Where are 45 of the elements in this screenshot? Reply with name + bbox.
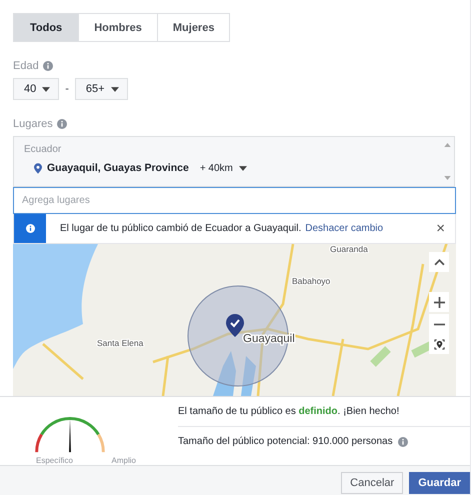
- zoom-in-button[interactable]: [429, 292, 449, 312]
- map-town-label: Babahoyo: [292, 276, 330, 286]
- notice-text: El lugar de tu público cambió de Ecuador a Guayaquil.: [60, 223, 302, 234]
- plus-icon: [434, 296, 444, 308]
- caret-icon: [110, 86, 119, 92]
- info-icon[interactable]: [398, 436, 408, 446]
- gauge-label: Específico: [36, 456, 73, 465]
- collapse-map-button[interactable]: [429, 252, 449, 272]
- save-button[interactable]: Guardar: [409, 472, 470, 494]
- caret-icon: [42, 86, 50, 92]
- map-city-label: Guayaquil: [243, 333, 295, 345]
- add-locations-field[interactable]: Agrega lugares: [13, 187, 456, 214]
- gauge-label: Amplio: [112, 456, 136, 465]
- locate-button[interactable]: [429, 334, 449, 354]
- country-text: Ecuador: [24, 144, 62, 155]
- location-pin-icon: [34, 162, 42, 174]
- gender-tab[interactable]: Hombres: [78, 13, 158, 42]
- map-town-label: Guaranda: [330, 244, 368, 254]
- age-max-dropdown[interactable]: 65+: [74, 78, 128, 100]
- age-min-dropdown[interactable]: 40: [13, 78, 60, 100]
- chevron-up-icon: [434, 256, 444, 268]
- location-name: Guayaquil, Guayas Province: [47, 162, 189, 174]
- gauge-arc: [35, 417, 105, 452]
- info-icon[interactable]: [42, 61, 53, 71]
- gender-tab[interactable]: Todos: [13, 13, 80, 42]
- radius-dropdown[interactable]: + 40km: [194, 162, 247, 174]
- undo-change-link[interactable]: Deshacer cambio: [305, 223, 384, 234]
- scroll-up-icon[interactable]: [444, 143, 450, 147]
- info-icon[interactable]: [56, 119, 67, 129]
- cancel-button[interactable]: Cancelar: [341, 472, 404, 494]
- potential-audience-text: Tamaño del público potencial: 910.000 personas: [178, 436, 393, 447]
- caret-icon: [238, 166, 247, 170]
- location-pin-icon: [434, 338, 444, 350]
- close-button[interactable]: ×: [432, 220, 449, 237]
- location-marker-icon: [226, 314, 244, 337]
- locations-label: Lugares: [13, 118, 53, 130]
- zoom-out-button[interactable]: [429, 314, 449, 334]
- gender-tab[interactable]: Mujeres: [156, 13, 230, 42]
- age-separator: -: [65, 83, 69, 95]
- map[interactable]: Guaranda Babahoyo Santa Elena Guayaquil: [13, 244, 456, 396]
- map-town-label: Santa Elena: [97, 338, 144, 348]
- age-label: Edad: [13, 60, 39, 72]
- info-icon: [26, 224, 34, 233]
- audience-message: El tamaño de tu público es definido. ¡Bien hecho!: [178, 406, 470, 427]
- scroll-down-icon[interactable]: [444, 176, 450, 180]
